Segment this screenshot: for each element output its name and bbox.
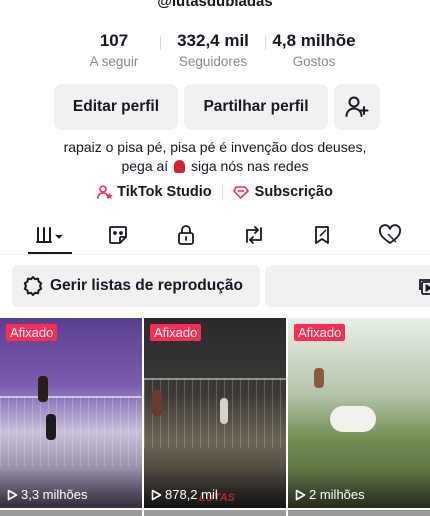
tab-reposts[interactable] [220,218,288,252]
video-thumbnail-partial[interactable] [144,510,286,516]
pinned-badge: Afixado [6,324,58,341]
likes-count: 4,8 milhõe [272,31,356,50]
video-thumbnail-partial[interactable] [288,510,430,516]
video-thumbnail[interactable]: Afixado 3,3 milhões [0,318,142,508]
followers-label: Seguidores [178,54,248,69]
gear-icon [23,276,43,296]
view-count-text: 878,2 mil [165,487,218,502]
play-icon [295,489,306,500]
video-stack-icon [419,279,430,295]
profile-links: TikTok Studio Subscrição [0,184,430,200]
bio-line-2-start: pega aí [121,158,169,174]
tiktok-studio-link[interactable]: TikTok Studio [97,184,212,200]
link-divider [221,185,223,199]
following-count: 107 [99,31,129,50]
tiktok-studio-label: TikTok Studio [117,184,212,200]
subscription-label: Subscrição [254,184,333,200]
tab-favorites[interactable] [288,218,356,252]
video-thumbnail-partial[interactable] [0,510,142,516]
bio-line-1: rapaiz o pisa pé, pisa pé é invenção dos… [63,139,367,155]
goat-image [330,406,376,432]
play-icon [7,489,18,500]
subscription-link[interactable]: Subscrição [232,184,333,200]
lock-icon [178,225,194,245]
manage-playlists-label: Gerir listas de reprodução [50,277,243,294]
repost-icon [246,226,262,244]
subscription-icon [232,186,249,199]
view-count-text: 3,3 milhões [21,487,88,502]
liked-icon [378,224,402,244]
view-count: 3,3 milhões [6,487,87,502]
view-count: 878,2 mil [150,487,218,502]
profile-stats: 107 A seguir 332,4 mil Seguidores 4,8 mi… [0,30,430,69]
grid-icon [36,227,63,243]
boxing-glove-icon [174,160,186,173]
video-grid: Afixado 3,3 milhões Afixado LUTAS 878,2 … [0,318,430,508]
play-icon [151,489,162,500]
fighter-figure [220,398,228,424]
bio-line-2-end: siga nós nas redes [190,158,309,174]
tab-liked[interactable] [356,218,424,252]
stat-followers[interactable]: 332,4 mil Seguidores [161,30,265,69]
profile-bio: rapaiz o pisa pé, pisa pé é invenção dos… [0,138,430,176]
octagon-cage-image [144,378,286,448]
tab-videos[interactable] [16,218,84,254]
tab-private[interactable] [152,218,220,252]
edit-profile-button[interactable]: Editar perfil [54,84,178,130]
tab-stickers[interactable] [84,218,152,252]
bookmark-icon [315,226,329,244]
stat-likes[interactable]: 4,8 milhõe Gostos [266,30,362,69]
add-friend-button[interactable] [334,84,380,130]
video-thumbnail[interactable]: Afixado 2 milhões [288,318,430,508]
stat-following[interactable]: 107 A seguir [68,30,160,69]
profile-actions: Editar perfil Partilhar perfil [54,84,380,130]
person-figure [314,368,324,388]
view-count: 2 milhões [294,487,365,502]
pinned-badge: Afixado [294,324,346,341]
fighter-figure [46,414,56,440]
profile-tabs [0,218,430,254]
person-star-icon [97,185,113,199]
followers-count: 332,4 mil [177,31,249,50]
sticker-icon [109,226,127,244]
fighter-figure [38,376,48,402]
tabs-divider [0,254,430,255]
share-profile-button[interactable]: Partilhar perfil [184,84,328,130]
profile-handle: @lutasdubladas [157,0,273,10]
next-video-row [0,510,430,516]
bio-line-2: pega aí siga nós nas redes [0,157,430,176]
video-thumbnail[interactable]: Afixado LUTAS 878,2 mil [144,318,286,508]
octagon-cage-image [0,396,142,466]
view-count-text: 2 milhões [309,487,365,502]
manage-playlists-button[interactable]: Gerir listas de reprodução [12,265,260,307]
fighter-figure [152,390,162,416]
collections-chip[interactable] [265,265,430,307]
add-user-icon [345,96,369,117]
following-label: A seguir [89,54,139,69]
pinned-badge: Afixado [150,324,202,341]
likes-label: Gostos [292,54,336,69]
